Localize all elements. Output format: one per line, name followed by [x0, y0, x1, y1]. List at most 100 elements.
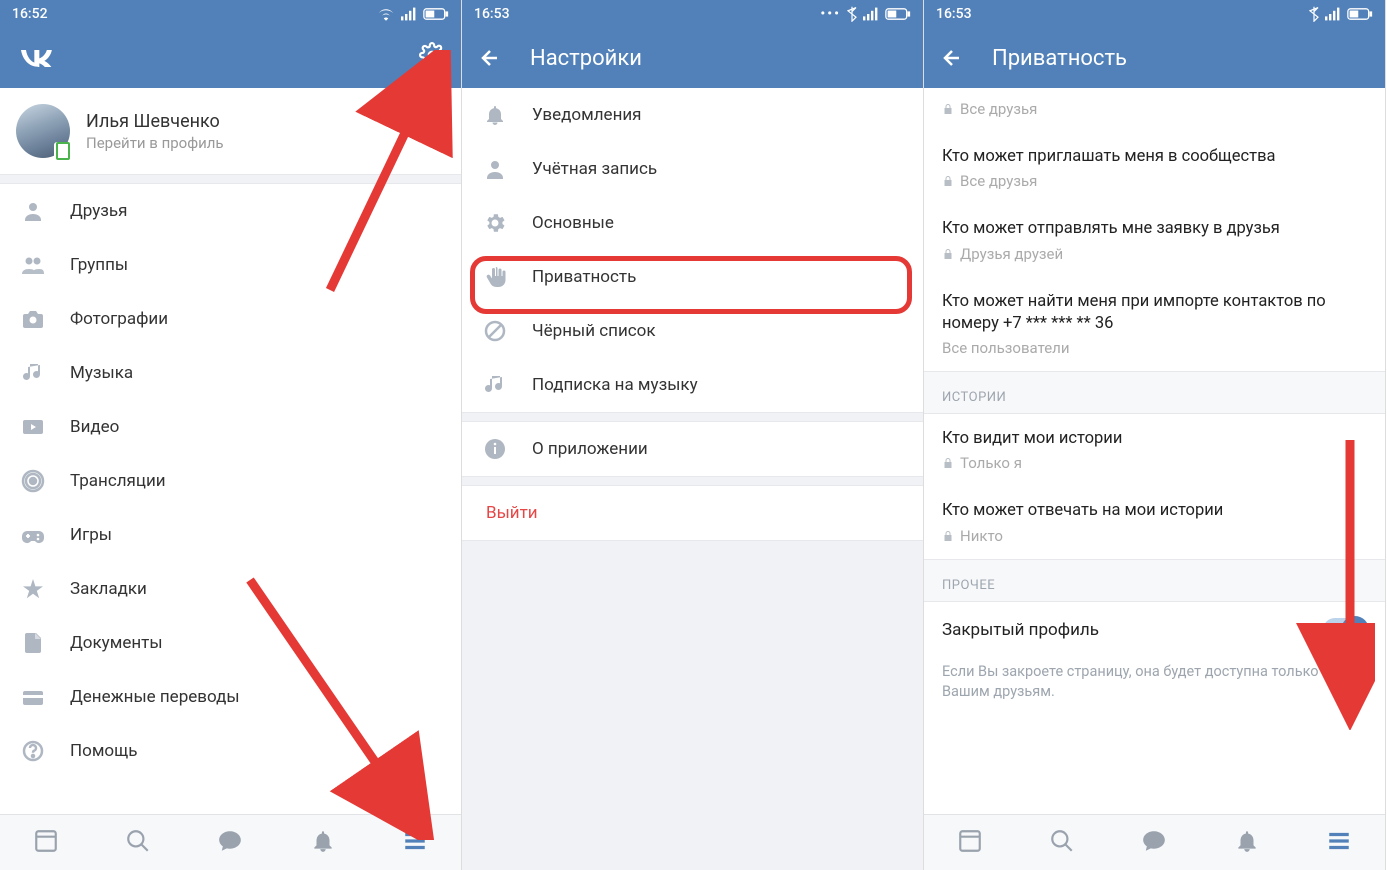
menu-item-money[interactable]: Денежные переводы — [0, 670, 461, 724]
private-profile-toggle-row[interactable]: Закрытый профиль — [924, 602, 1385, 658]
ban-icon — [482, 318, 508, 344]
section-header-stories: ИСТОРИИ — [924, 371, 1385, 414]
docs-icon — [20, 630, 46, 656]
menu-item-label: Подписка на музыку — [532, 375, 698, 395]
tab-notifications[interactable] — [310, 828, 336, 858]
menu-item-label: Музыка — [70, 363, 133, 383]
lock-icon — [942, 457, 954, 469]
privacy-value: Все друзья — [942, 100, 1367, 118]
menu-item-video[interactable]: Видео — [0, 400, 461, 454]
menu-item-label: Приватность — [532, 267, 636, 287]
menu-item-photos[interactable]: Фотографии — [0, 292, 461, 346]
separator — [462, 476, 923, 486]
menu-item-info[interactable]: О приложении — [462, 422, 923, 476]
menu-item-label: Документы — [70, 633, 163, 653]
battery-icon — [1347, 7, 1373, 21]
hand-icon — [482, 264, 508, 290]
photos-icon — [20, 306, 46, 332]
toggle-label: Закрытый профиль — [942, 620, 1099, 640]
privacy-item[interactable]: Кто видит мои историиТолько я — [924, 414, 1385, 486]
online-badge-icon — [54, 142, 72, 160]
privacy-value: Все друзья — [942, 172, 1367, 190]
menu-item-ban[interactable]: Чёрный список — [462, 304, 923, 358]
money-icon — [20, 684, 46, 710]
privacy-value: Только я — [942, 454, 1367, 472]
privacy-title: Кто может приглашать меня в сообщества — [942, 146, 1367, 168]
screen-settings: 16:53 ••• Настройки УведомленияУчётная з… — [462, 0, 924, 870]
privacy-title: Кто может отправлять мне заявку в друзья — [942, 218, 1367, 240]
tab-messages[interactable] — [217, 828, 243, 858]
signal-icon — [863, 7, 879, 21]
privacy-item[interactable]: Кто может найти меня при импорте контакт… — [924, 277, 1385, 372]
profile-name: Илья Шевченко — [86, 111, 224, 132]
settings-header: Настройки — [462, 28, 923, 88]
privacy-item[interactable]: Все друзья — [924, 88, 1385, 132]
signal-icon — [1325, 7, 1341, 21]
bell-icon — [482, 102, 508, 128]
tab-search[interactable] — [125, 828, 151, 858]
menu-item-label: Игры — [70, 525, 112, 545]
menu-item-label: Основные — [532, 213, 614, 233]
tab-menu[interactable] — [1326, 828, 1352, 858]
menu-item-music[interactable]: Подписка на музыку — [462, 358, 923, 412]
back-button[interactable] — [940, 46, 964, 70]
tab-notifications[interactable] — [1234, 828, 1260, 858]
menu-item-account[interactable]: Учётная запись — [462, 142, 923, 196]
logout-button[interactable]: Выйти — [462, 486, 923, 540]
live-icon — [20, 468, 46, 494]
groups-icon — [20, 252, 46, 278]
battery-icon — [885, 7, 911, 21]
menu-item-label: Группы — [70, 255, 128, 275]
menu-item-help[interactable]: Помощь — [0, 724, 461, 778]
menu-item-label: Трансляции — [70, 471, 166, 491]
bluetooth-icon — [847, 6, 857, 22]
help-icon — [20, 738, 46, 764]
privacy-item[interactable]: Кто может приглашать меня в сообщества Вс… — [924, 132, 1385, 204]
privacy-item[interactable]: Кто может отвечать на мои историиНикто — [924, 486, 1385, 558]
menu-item-label: Помощь — [70, 741, 137, 761]
menu-item-label: Фотографии — [70, 309, 168, 329]
menu-item-friends[interactable]: Друзья — [0, 184, 461, 238]
status-icons — [377, 7, 449, 21]
privacy-list: Все друзья Кто может приглашать меня в с… — [924, 88, 1385, 814]
toggle-switch[interactable] — [1323, 618, 1367, 642]
separator — [462, 412, 923, 422]
menu-item-label: Друзья — [70, 201, 127, 221]
tab-feed[interactable] — [957, 828, 983, 858]
tab-search[interactable] — [1049, 828, 1075, 858]
vk-logo-icon — [16, 43, 56, 73]
tab-messages[interactable] — [1141, 828, 1167, 858]
menu-item-bell[interactable]: Уведомления — [462, 88, 923, 142]
lock-icon — [942, 530, 954, 542]
menu-item-docs[interactable]: Документы — [0, 616, 461, 670]
menu-item-label: О приложении — [532, 439, 648, 459]
privacy-header: Приватность — [924, 28, 1385, 88]
menu-item-music[interactable]: Музыка — [0, 346, 461, 400]
avatar-wrap — [16, 104, 70, 158]
status-time: 16:53 — [474, 6, 510, 22]
privacy-value: Все пользователи — [942, 339, 1367, 357]
menu-item-live[interactable]: Трансляции — [0, 454, 461, 508]
lock-icon — [942, 248, 954, 260]
privacy-value: Никто — [942, 527, 1367, 545]
settings-gear-button[interactable] — [419, 42, 445, 74]
status-bar: 16:52 — [0, 0, 461, 28]
profile-row[interactable]: Илья Шевченко Перейти в профиль — [0, 88, 461, 174]
menu-item-gear[interactable]: Основные — [462, 196, 923, 250]
back-button[interactable] — [478, 46, 502, 70]
tab-feed[interactable] — [33, 828, 59, 858]
dots-icon: ••• — [820, 6, 841, 22]
tab-menu[interactable] — [402, 828, 428, 858]
bluetooth-icon — [1309, 6, 1319, 22]
tab-bar — [924, 814, 1385, 870]
menu-item-label: Закладки — [70, 579, 147, 599]
gear-icon — [482, 210, 508, 236]
menu-item-games[interactable]: Игры — [0, 508, 461, 562]
profile-sub: Перейти в профиль — [86, 134, 224, 152]
settings-menu: УведомленияУчётная запись Основные Приватн… — [462, 88, 923, 870]
privacy-item[interactable]: Кто может отправлять мне заявку в друзья… — [924, 204, 1385, 276]
section-header-other: ПРОЧЕЕ — [924, 559, 1385, 602]
menu-item-bookmarks[interactable]: Закладки — [0, 562, 461, 616]
menu-item-hand[interactable]: Приватность — [462, 250, 923, 304]
menu-item-groups[interactable]: Группы — [0, 238, 461, 292]
